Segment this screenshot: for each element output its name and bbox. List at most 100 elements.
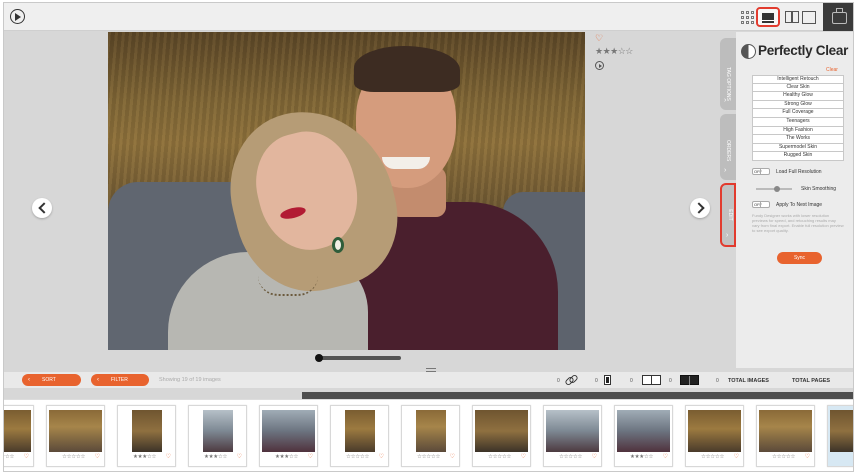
star-rating[interactable]: ☆☆☆☆☆: [701, 454, 724, 460]
star-rating[interactable]: ☆☆☆☆☆: [346, 454, 369, 460]
link-icon[interactable]: [565, 375, 577, 384]
tab-tag-options[interactable]: TAG OPTIONS ›: [720, 38, 736, 110]
album-count: 0: [630, 378, 633, 384]
preset-item[interactable]: Full Coverage: [752, 109, 844, 118]
chevron-left-icon: ‹: [97, 377, 99, 383]
star-rating[interactable]: ☆☆☆☆☆: [62, 454, 85, 460]
single-view-icon[interactable]: [801, 7, 816, 27]
grid-view-icon[interactable]: [741, 7, 755, 27]
film-card[interactable]: ☆☆☆☆☆ ♡: [685, 405, 744, 467]
sync-button[interactable]: Sync: [777, 252, 822, 264]
film-card[interactable]: ★★★☆☆ ♡: [259, 405, 318, 467]
album-dark-icon[interactable]: [680, 375, 699, 385]
tab-orders[interactable]: ORDERS ›: [720, 114, 736, 180]
favorite-heart-icon[interactable]: ♡: [237, 453, 242, 460]
scrubber-knob[interactable]: [315, 354, 323, 362]
thumbnail-image: [262, 410, 315, 452]
image-scrubber[interactable]: [320, 356, 401, 360]
star-rating[interactable]: ★★★☆☆: [595, 46, 635, 57]
resolution-description: Fundy Designer works with lower resoluti…: [752, 213, 844, 233]
preset-item[interactable]: High Fashion: [752, 126, 844, 136]
play-circle-icon[interactable]: [10, 9, 25, 24]
film-card[interactable]: ★★★☆☆ ♡: [117, 405, 176, 467]
favorite-heart-icon[interactable]: ♡: [805, 453, 810, 460]
preset-item[interactable]: Intelligent Retouch: [752, 75, 844, 84]
next-image-button[interactable]: [690, 198, 710, 218]
single-page-icon[interactable]: [604, 375, 611, 385]
film-card[interactable]: ☆☆☆☆☆ ♡: [543, 405, 602, 467]
perfectly-clear-logo-icon: [741, 44, 756, 59]
favorite-heart-icon[interactable]: ♡: [166, 453, 171, 460]
load-full-resolution-label: Load Full Resolution: [776, 169, 822, 175]
clear-link[interactable]: Clear: [826, 67, 838, 73]
tab-edit-label: EDIT: [727, 209, 733, 221]
favorite-heart-icon[interactable]: ♡: [734, 453, 739, 460]
previous-image-button[interactable]: [32, 198, 52, 218]
favorite-heart-icon[interactable]: ♡: [379, 453, 384, 460]
chevron-right-icon: ›: [724, 167, 727, 174]
favorite-heart-icon[interactable]: ♡: [95, 453, 100, 460]
preset-item[interactable]: The Works: [752, 135, 844, 144]
favorite-heart-icon[interactable]: ♡: [595, 34, 635, 43]
total-images-label: TOTAL IMAGES: [728, 378, 769, 384]
film-card[interactable]: ★★★☆☆ ♡: [614, 405, 673, 467]
preset-item[interactable]: Healthy Glow: [752, 92, 844, 101]
album-dark-count: 0: [669, 378, 672, 384]
star-rating[interactable]: ★★★☆☆: [275, 454, 298, 460]
thumbnail-image: [4, 410, 31, 452]
sort-button[interactable]: ‹ SORT: [22, 374, 81, 386]
thumbnail-image: [49, 410, 102, 452]
favorite-heart-icon[interactable]: ♡: [450, 453, 455, 460]
film-card[interactable]: ★★★☆☆ ♡: [188, 405, 247, 467]
film-card[interactable]: ☆☆☆☆☆ ♡: [46, 405, 105, 467]
star-rating[interactable]: ★★★☆☆: [630, 454, 653, 460]
film-card[interactable]: ☆☆☆☆☆ ♡: [4, 405, 34, 467]
film-card[interactable]: ☆☆☆☆☆ ♡: [401, 405, 460, 467]
preset-item[interactable]: Rugged Skin: [752, 152, 844, 161]
apply-to-next-toggle[interactable]: OFF: [752, 201, 770, 208]
favorite-heart-icon[interactable]: ♡: [663, 453, 668, 460]
star-rating[interactable]: ☆☆☆☆☆: [4, 454, 14, 460]
favorite-heart-icon[interactable]: ♡: [521, 453, 526, 460]
thumbnail-image: [617, 410, 670, 452]
thumbnail-image: [475, 410, 528, 452]
star-rating[interactable]: ☆☆☆☆☆: [772, 454, 795, 460]
apply-to-next-label: Apply To Next Image: [776, 202, 823, 208]
favorite-heart-icon[interactable]: ♡: [24, 453, 29, 460]
split-view-icon[interactable]: [785, 7, 799, 27]
film-card[interactable]: ☆☆☆☆☆ ♡: [472, 405, 531, 467]
film-card[interactable]: [827, 405, 853, 467]
star-rating[interactable]: ☆☆☆☆☆: [559, 454, 582, 460]
star-rating[interactable]: ★★★☆☆: [204, 454, 227, 460]
star-rating[interactable]: ★★★☆☆: [133, 454, 156, 460]
thumbnail-image: [416, 410, 446, 452]
preset-item[interactable]: Strong Glow: [752, 100, 844, 110]
star-rating[interactable]: ☆☆☆☆☆: [488, 454, 511, 460]
image-meta: ♡ ★★★☆☆: [595, 34, 635, 70]
thumbnail-image: [688, 410, 741, 452]
thumbnail-image: [132, 410, 162, 452]
skin-smoothing-thumb[interactable]: [774, 186, 780, 192]
thumbnail-image: [546, 410, 599, 452]
app-window: ♡ ★★★☆☆ TAG OPTIONS › ORDERS › EDIT › Pe…: [3, 2, 854, 472]
two-by-two-view-icon[interactable]: [756, 7, 780, 27]
preset-item[interactable]: Supermodel Skin: [752, 143, 844, 153]
filmstrip-scrollbar[interactable]: [302, 392, 853, 399]
app-logo-icon[interactable]: [823, 3, 853, 31]
star-rating[interactable]: ☆☆☆☆☆: [417, 454, 440, 460]
film-card[interactable]: ☆☆☆☆☆ ♡: [756, 405, 815, 467]
thumbnail-image: [830, 410, 853, 452]
load-full-resolution-toggle[interactable]: OFF: [752, 168, 770, 175]
tab-edit[interactable]: EDIT ›: [720, 183, 736, 247]
play-icon[interactable]: [595, 61, 604, 70]
film-card[interactable]: ☆☆☆☆☆ ♡: [330, 405, 389, 467]
favorite-heart-icon[interactable]: ♡: [308, 453, 313, 460]
filter-button[interactable]: ‹ FILTER: [91, 374, 149, 386]
filter-bar: ‹ SORT ‹ FILTER Showing 19 of 19 images …: [4, 372, 853, 388]
album-icon[interactable]: [642, 375, 661, 385]
tab-tag-options-label: TAG OPTIONS: [725, 67, 731, 101]
chevron-right-icon: ›: [724, 97, 727, 104]
favorite-heart-icon[interactable]: ♡: [592, 453, 597, 460]
preset-item[interactable]: Clear Skin: [752, 83, 844, 93]
preset-item[interactable]: Teenagers: [752, 117, 844, 127]
